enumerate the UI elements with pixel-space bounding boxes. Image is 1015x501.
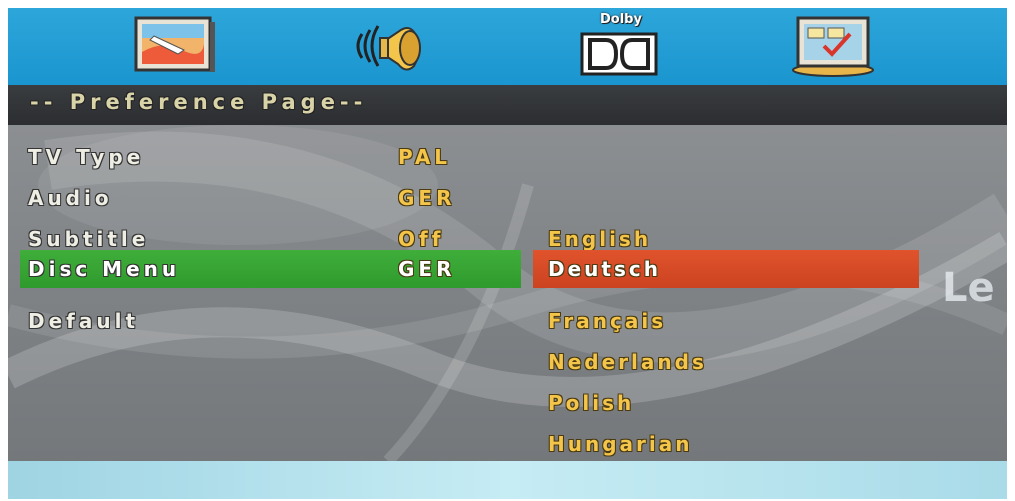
menu-item-subtitle[interactable]: Subtitle	[28, 225, 149, 253]
menu-item-disc-menu-selected[interactable]: Disc Menu GER	[20, 250, 521, 288]
option-deutsch-selected[interactable]: Deutsch	[533, 250, 919, 288]
subtitle-value: Off	[398, 227, 445, 251]
audio-value: GER	[398, 186, 456, 210]
side-logo-text: Le	[942, 265, 995, 311]
option-hungarian[interactable]: Hungarian	[548, 430, 692, 458]
option-polish[interactable]: Polish	[548, 389, 634, 417]
audio-setup-tab[interactable]	[348, 14, 434, 78]
option-english[interactable]: English	[548, 225, 651, 253]
dolby-setup-tab[interactable]: Dolby	[576, 12, 662, 78]
page-title: -- Preference Page--	[30, 90, 368, 114]
dolby-label: Dolby	[600, 12, 642, 27]
menu-item-tv-type[interactable]: TV Type	[28, 143, 144, 171]
menu-item-default[interactable]: Default	[28, 307, 139, 335]
option-francais[interactable]: Français	[548, 307, 666, 335]
general-setup-icon	[134, 16, 215, 72]
tv-screen: Dolby -- Preference Page-- TV Type PAL A…	[8, 8, 1007, 499]
setup-tab-bar: Dolby	[8, 8, 1007, 85]
general-setup-tab[interactable]	[132, 14, 218, 78]
menu-item-disc-menu: Disc Menu	[28, 257, 181, 281]
option-deutsch: Deutsch	[548, 257, 661, 281]
page-header: -- Preference Page--	[8, 85, 1007, 125]
menu-item-audio[interactable]: Audio	[28, 184, 113, 212]
preference-setup-tab[interactable]	[790, 14, 876, 78]
disc-menu-value: GER	[398, 257, 456, 281]
preference-setup-icon	[792, 16, 874, 77]
background-swirl	[8, 125, 1007, 461]
audio-setup-icon	[356, 25, 421, 71]
settings-panel: TV Type PAL Audio GER Subtitle Off Disc …	[8, 125, 1007, 461]
option-nederlands[interactable]: Nederlands	[548, 348, 707, 376]
bottom-strip	[8, 461, 1007, 499]
tv-type-value: PAL	[398, 145, 452, 169]
